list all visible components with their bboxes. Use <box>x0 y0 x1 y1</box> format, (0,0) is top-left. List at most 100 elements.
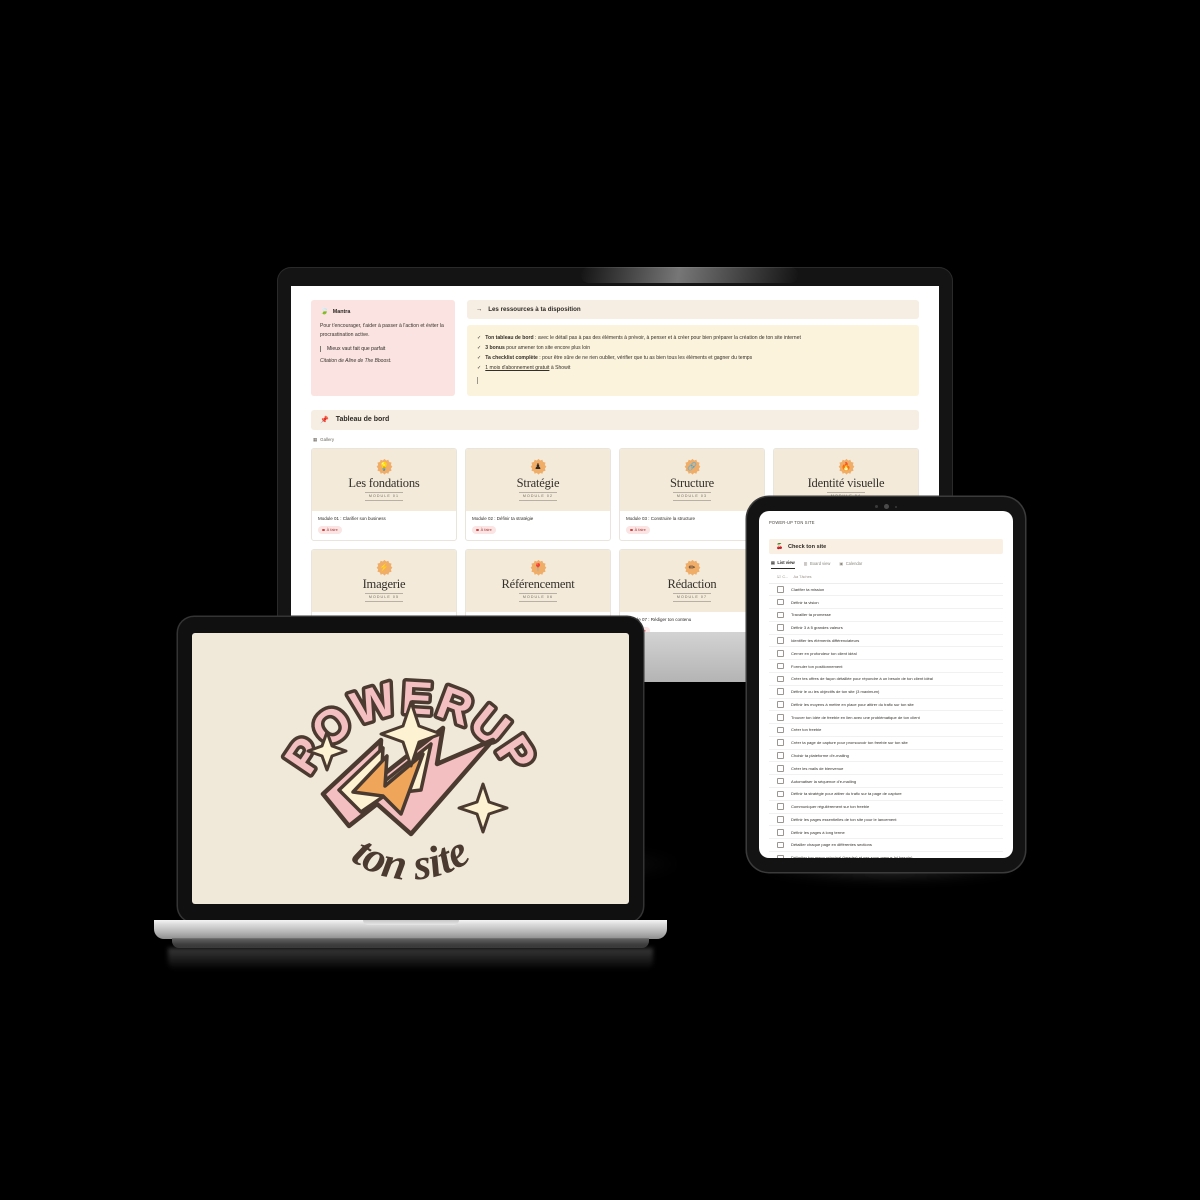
task-row[interactable]: Clarifier ta mission <box>769 584 1003 597</box>
calendar-icon: ▣ <box>839 560 844 566</box>
task-checkbox[interactable] <box>769 752 791 759</box>
module-card-name: Module 02 : Définir ta stratégie <box>472 515 534 521</box>
tab-board-view[interactable]: ▥ Board view <box>804 560 831 569</box>
resource-item[interactable]: ✓ 1 mois d'abonnement gratuit à Showit <box>477 364 909 374</box>
mantra-title: Mantra <box>332 308 351 315</box>
module-card-number: MODULE 02 <box>518 491 558 501</box>
task-row[interactable]: Créer ta page de capture pour promouvoir… <box>769 737 1003 750</box>
task-checkbox[interactable] <box>769 688 791 695</box>
task-row[interactable]: Formuler ton positionnement <box>769 660 1003 673</box>
column-header-tasks[interactable]: Aa Tâches <box>791 574 812 579</box>
task-row[interactable]: Définir ta stratégie pour attirer du tra… <box>769 788 1003 801</box>
task-checkbox[interactable] <box>769 841 791 849</box>
arrow-right-icon: → <box>476 306 483 313</box>
task-label: Détailler chaque page en différentes sec… <box>791 842 872 848</box>
module-card[interactable]: 🔗 Structure MODULE 03 Module 03 : Construir… <box>619 447 765 541</box>
task-row[interactable]: Trouver ton idée de freebie en lien avec… <box>769 711 1003 725</box>
resource-item: ✓ 3 bonus pour amener ton site encore pl… <box>477 344 909 354</box>
task-row[interactable]: Définir ta vision <box>769 596 1003 610</box>
task-checkbox[interactable] <box>769 675 791 683</box>
module-card-number: MODULE 07 <box>672 592 712 602</box>
module-card[interactable]: ♟ Stratégie MODULE 02 Module 02 : Définir t… <box>465 447 611 541</box>
module-card[interactable]: 💡 Les fondations MODULE 01 Module 01 : Clar… <box>311 447 457 541</box>
lightbulb-icon: 💡 <box>376 458 393 476</box>
task-checkbox[interactable] <box>769 790 791 798</box>
task-label: Identifier tes éléments différenciateurs <box>791 637 860 643</box>
task-checkbox[interactable] <box>769 662 791 670</box>
module-card-name: Module 03 : Construire la structure <box>626 515 696 521</box>
task-row[interactable]: Délimiter ton menu principal (header) et… <box>769 852 1003 858</box>
resource-text: : avec le détail pas à pas des éléments … <box>533 335 801 341</box>
task-row[interactable]: Définir les pages à long terme <box>769 826 1003 840</box>
task-row[interactable]: Définir les moyens à mettre en place pou… <box>769 699 1003 712</box>
tab-label: Board view <box>810 560 831 566</box>
dashboard-header[interactable]: 📌 Tableau de bord <box>311 409 919 430</box>
status-badge[interactable]: À faire <box>318 526 342 534</box>
module-card-meta: Module 02 : Définir ta stratégie À faire <box>466 511 610 540</box>
resources-header[interactable]: → Les ressources à ta disposition <box>467 300 919 319</box>
camera-mic-icon <box>895 505 897 508</box>
module-card-cover: 🔗 Structure MODULE 03 <box>620 448 764 511</box>
task-row[interactable]: Définir les pages essentielles de ton si… <box>769 814 1003 827</box>
task-checkbox[interactable] <box>769 713 791 721</box>
task-row[interactable]: Choisir ta plateforme d'e-mailing <box>769 750 1003 763</box>
task-checkbox[interactable] <box>769 701 791 708</box>
task-row[interactable]: Travailler ta promesse <box>769 609 1003 622</box>
column-label: Aa Tâches <box>793 574 812 579</box>
task-checkbox[interactable] <box>769 598 791 606</box>
task-row[interactable]: Cerner en profondeur ton client idéal <box>769 647 1003 661</box>
task-label: Définir le ou les objectifs de ton site … <box>791 689 880 695</box>
task-row[interactable]: Détailler chaque page en différentes sec… <box>769 839 1003 852</box>
task-checkbox[interactable] <box>769 726 791 734</box>
task-row[interactable]: Créer ton freebie <box>769 724 1003 737</box>
logo-artwork: POWERUP POWERUP ton site <box>270 667 549 889</box>
tablet-screen: POWER-UP TON SITE 🍒 Check ton site ▤ Lis… <box>759 511 1013 858</box>
task-checkbox[interactable] <box>769 816 791 823</box>
task-checkbox[interactable] <box>769 803 791 810</box>
task-checkbox[interactable] <box>769 854 791 858</box>
tab-calendar[interactable]: ▣ Calendar <box>839 560 862 569</box>
column-header-checkbox[interactable]: ☑ C... <box>769 574 791 580</box>
status-dot-icon <box>630 528 633 532</box>
gallery-view-tab[interactable]: ▦ Gallery <box>313 437 919 443</box>
task-row[interactable]: Communiquer régulièrement sur ton freebi… <box>769 801 1003 814</box>
task-checkbox[interactable] <box>769 637 791 644</box>
resource-text: pour amener ton site encore plus loin <box>504 344 591 351</box>
task-checkbox[interactable] <box>769 765 791 772</box>
module-card-title: Référencement <box>501 577 575 592</box>
pencil-icon: ✏ <box>684 559 701 576</box>
status-badge[interactable]: À faire <box>626 526 650 534</box>
resource-link[interactable]: 1 mois d'abonnement gratuit <box>485 365 549 371</box>
module-card-meta: Module 03 : Construire la structure À fai… <box>620 511 764 540</box>
fire-icon: 🔥 <box>838 458 855 476</box>
resource-item: ✓ Ton tableau de bord : avec le détail p… <box>477 334 909 344</box>
module-card-number: MODULE 06 <box>518 592 558 602</box>
checkbox-icon: ☑ <box>777 575 781 579</box>
task-checkbox[interactable] <box>769 650 791 657</box>
module-card-cover: ⚡ Imagerie MODULE 05 <box>312 549 456 612</box>
task-row[interactable]: Définir 3 à 5 grandes valeurs <box>769 622 1003 635</box>
task-row[interactable]: Créer tes offres de façon détaillée pour… <box>769 673 1003 686</box>
task-checkbox[interactable] <box>769 624 791 632</box>
module-card-cover: 📍 Référencement MODULE 06 <box>466 549 610 612</box>
task-checkbox[interactable] <box>769 739 791 747</box>
tab-list-view[interactable]: ▤ List view <box>771 560 795 569</box>
task-row[interactable]: Automatiser la séquence d'e-mailing <box>769 775 1003 788</box>
breadcrumb[interactable]: POWER-UP TON SITE <box>769 520 1003 525</box>
task-checkbox[interactable] <box>769 828 791 836</box>
resources-block: → Les ressources à ta disposition ✓ Ton … <box>467 300 919 396</box>
task-checkbox[interactable] <box>769 611 791 619</box>
pushpin-icon: 📌 <box>320 416 329 424</box>
task-row[interactable]: Identifier tes éléments différenciateurs <box>769 635 1003 648</box>
module-card-cover: 💡 Les fondations MODULE 01 <box>312 448 456 511</box>
laptop-bottom-edge <box>172 938 649 948</box>
task-checkbox[interactable] <box>769 777 791 785</box>
task-label: Créer les mails de bienvenue <box>791 765 844 771</box>
status-badge[interactable]: À faire <box>472 526 496 534</box>
chess-pawn-icon: ♟ <box>530 458 547 476</box>
list-icon: ▤ <box>771 560 775 565</box>
checklist-header[interactable]: 🍒 Check ton site <box>769 539 1003 554</box>
task-checkbox[interactable] <box>769 586 791 593</box>
task-row[interactable]: Définir le ou les objectifs de ton site … <box>769 686 1003 699</box>
task-row[interactable]: Créer les mails de bienvenue <box>769 762 1003 776</box>
